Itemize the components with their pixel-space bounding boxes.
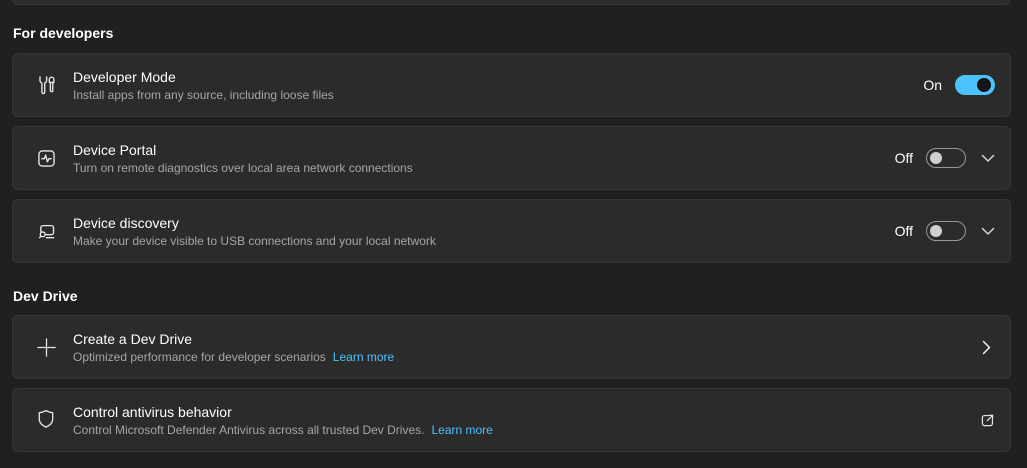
row-subtitle: Install apps from any source, including … — [73, 87, 334, 102]
row-title: Control antivirus behavior — [73, 403, 232, 420]
row-title: Device discovery — [73, 214, 179, 231]
card-create-dev-drive[interactable]: Create a Dev Drive Optimized performance… — [12, 315, 1011, 379]
section-heading-dev-drive: Dev Drive — [13, 288, 78, 304]
settings-developers-page: For developers Developer Mode Install ap… — [0, 0, 1027, 468]
learn-more-link[interactable]: Learn more — [431, 422, 492, 439]
external-link-icon — [979, 412, 996, 429]
toggle-knob — [977, 78, 991, 92]
section-heading-for-developers: For developers — [13, 25, 114, 41]
chevron-down-icon[interactable] — [981, 227, 995, 236]
toggle-knob — [930, 152, 942, 164]
row-title: Device Portal — [73, 141, 157, 158]
plus-icon — [34, 337, 58, 358]
shield-icon — [34, 409, 58, 431]
card-control-antivirus[interactable]: Control antivirus behavior Control Micro… — [12, 388, 1011, 452]
developer-mode-toggle[interactable] — [955, 75, 995, 95]
card-device-discovery[interactable]: Device discovery Make your device visibl… — [12, 199, 1011, 263]
device-discovery-toggle[interactable] — [926, 221, 966, 241]
device-portal-toggle[interactable] — [926, 148, 966, 168]
row-subtitle: Optimized performance for developer scen… — [73, 349, 326, 364]
row-subtitle: Turn on remote diagnostics over local ar… — [73, 160, 413, 175]
toggle-state-label: Off — [894, 150, 913, 166]
row-subtitle: Control Microsoft Defender Antivirus acr… — [73, 422, 425, 437]
toggle-state-label: Off — [894, 223, 913, 239]
card-device-portal[interactable]: Device Portal Turn on remote diagnostics… — [12, 126, 1011, 190]
toggle-state-label: On — [923, 77, 942, 93]
row-subtitle: Make your device visible to USB connecti… — [73, 233, 436, 248]
toggle-knob — [930, 225, 942, 237]
card-developer-mode: Developer Mode Install apps from any sou… — [12, 53, 1011, 117]
previous-card-partial — [12, 0, 1011, 5]
row-title: Developer Mode — [73, 68, 176, 85]
device-search-icon — [34, 221, 58, 242]
pulse-monitor-icon — [34, 148, 58, 169]
row-title: Create a Dev Drive — [73, 330, 193, 347]
wrench-screwdriver-icon — [34, 75, 58, 96]
chevron-down-icon[interactable] — [981, 154, 995, 163]
learn-more-link[interactable]: Learn more — [333, 349, 394, 366]
chevron-right-icon — [982, 340, 991, 355]
